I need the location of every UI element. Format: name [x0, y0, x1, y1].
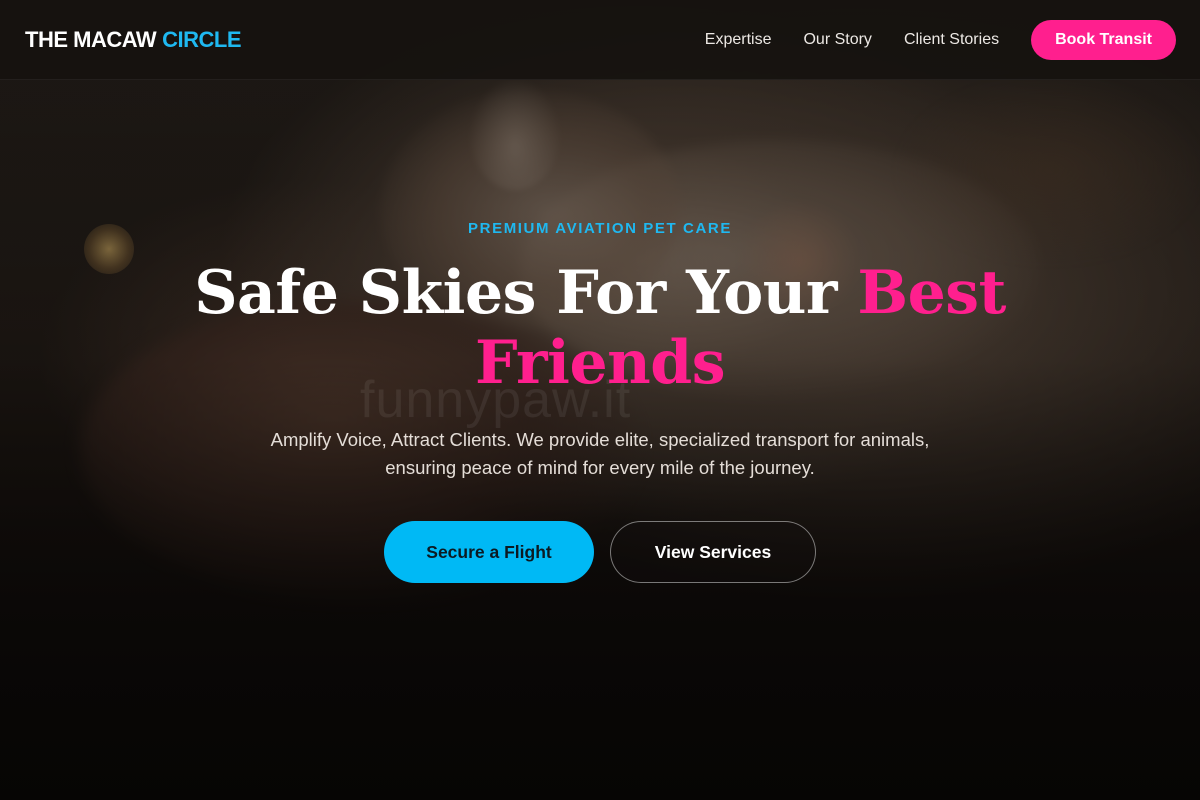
landing-page: funnypaw.it THE MACAW CIRCLE Expertise O…: [0, 0, 1200, 800]
nav-link-our-story[interactable]: Our Story: [803, 31, 871, 49]
book-transit-button[interactable]: Book Transit: [1031, 19, 1176, 60]
main-nav: Expertise Our Story Client Stories Book …: [705, 19, 1176, 60]
nav-link-expertise[interactable]: Expertise: [705, 31, 772, 49]
hero-dark-overlay: [0, 0, 1200, 800]
top-navbar: THE MACAW CIRCLE Expertise Our Story Cli…: [0, 0, 1200, 80]
brand-name-accent: CIRCLE: [162, 26, 242, 52]
brand-name: THE MACAW: [25, 26, 157, 52]
secure-flight-button[interactable]: Secure a Flight: [384, 521, 594, 583]
hero-headline: Safe Skies For Your Best Friends: [150, 258, 1050, 398]
hero-eyebrow: PREMIUM AVIATION PET CARE: [468, 220, 732, 237]
hero-button-row: Secure a Flight View Services: [0, 521, 1200, 583]
brand-logo[interactable]: THE MACAW CIRCLE: [25, 26, 242, 53]
view-services-button[interactable]: View Services: [610, 521, 816, 583]
headline-main-text: Safe Skies For Your: [194, 258, 858, 328]
nav-link-client-stories[interactable]: Client Stories: [904, 31, 999, 49]
hero-subtext: Amplify Voice, Attract Clients. We provi…: [270, 429, 930, 478]
